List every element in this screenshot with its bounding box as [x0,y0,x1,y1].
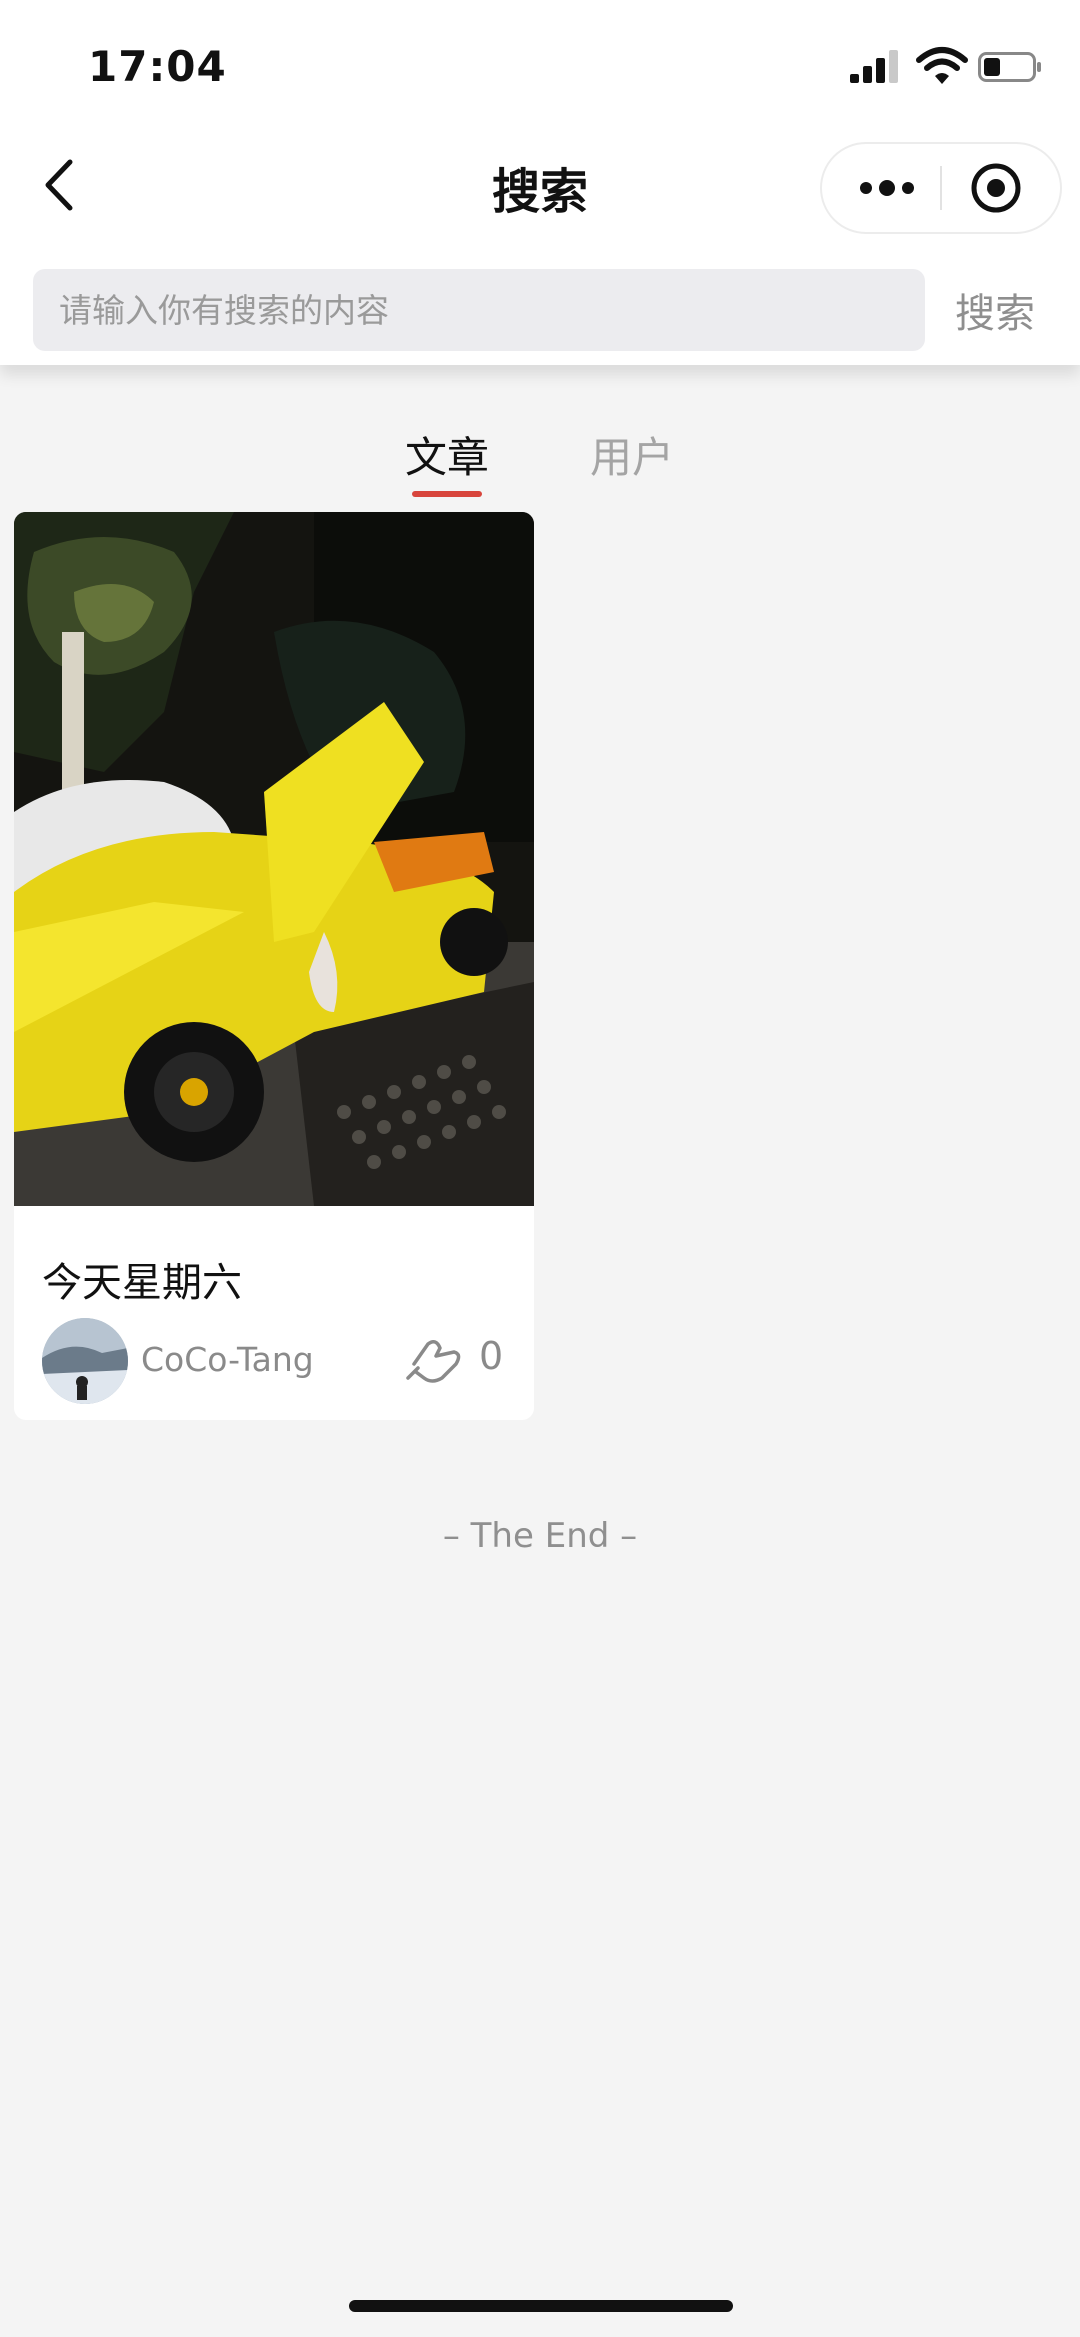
battery-icon [978,52,1041,82]
capsule-divider [940,166,942,210]
header: 17:04 搜索 请输入你有搜索的内容 搜索 [0,0,1080,365]
status-time: 17:04 [88,42,227,91]
wifi-icon [916,47,968,84]
result-card[interactable]: 今天星期六 CoCo-Tang 0 [14,512,534,1420]
tab-user[interactable]: 用户 [590,424,674,485]
target-icon[interactable] [970,162,1022,214]
author-name[interactable]: CoCo-Tang [141,1340,314,1379]
end-of-list-text: – The End – [442,1516,638,1556]
post-image [14,512,534,1206]
search-input[interactable] [33,269,925,351]
signal-icon [850,50,898,83]
home-indicator[interactable] [349,2300,733,2312]
post-title: 今天星期六 [42,1260,242,1306]
tab-article[interactable]: 文章 [405,424,489,485]
like-icon[interactable] [406,1334,466,1386]
avatar[interactable] [42,1318,128,1404]
active-tab-indicator [412,491,482,497]
like-count: 0 [479,1334,504,1378]
mini-program-capsule [820,142,1062,234]
more-icon[interactable] [858,166,916,210]
search-button[interactable]: 搜索 [955,281,1035,339]
